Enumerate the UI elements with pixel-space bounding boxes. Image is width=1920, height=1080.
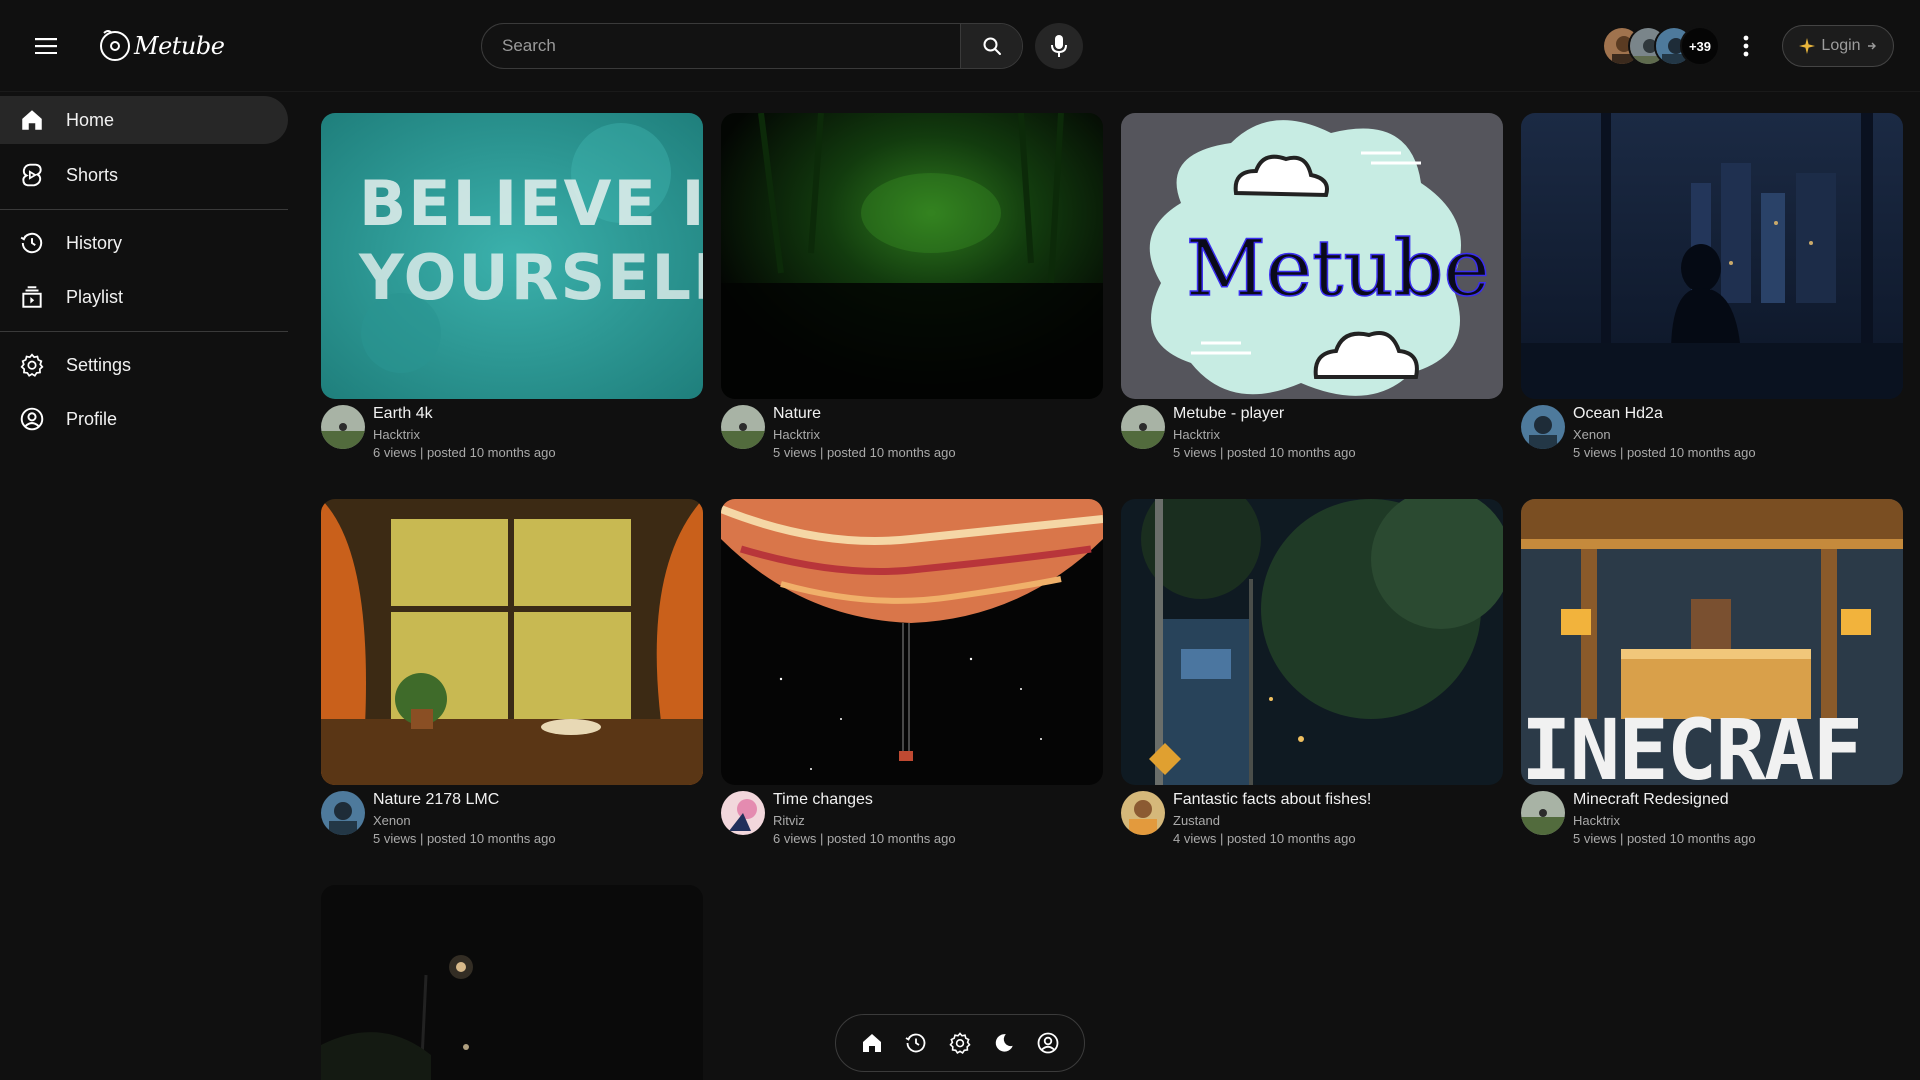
video-card[interactable] [321,885,703,1080]
video-stats: 5 views | posted 10 months ago [1573,831,1756,846]
video-title[interactable]: Fantastic facts about fishes! [1173,791,1371,809]
video-card[interactable]: BELIEVE IN YOURSELF Earth 4k Hacktrix 6 … [321,113,703,469]
sidebar-divider [0,331,288,332]
video-thumbnail[interactable] [1521,113,1903,399]
sidebar-item-settings[interactable]: Settings [0,341,288,389]
sidebar-divider [0,209,288,210]
sparkle-icon [1799,38,1816,54]
search-icon [983,37,1001,55]
microphone-icon [1051,35,1067,57]
sidebar-item-playlist[interactable]: Playlist [0,273,288,321]
video-card[interactable]: Metube Metube - player Hacktrix 5 views … [1121,113,1503,469]
menu-icon[interactable] [30,30,62,62]
viewer-avatars[interactable]: +39 [1602,26,1720,66]
video-title[interactable]: Ocean Hd2a [1573,405,1663,423]
video-card[interactable]: Ocean Hd2a Xenon 5 views | posted 10 mon… [1521,113,1903,469]
sidebar-item-label: Shorts [66,164,119,185]
bottom-dock [835,1014,1085,1072]
channel-avatar[interactable] [321,791,365,835]
video-card[interactable]: Nature Hacktrix 5 views | posted 10 mont… [721,113,1103,469]
video-stats: 5 views | posted 10 months ago [773,445,956,460]
video-title[interactable]: Earth 4k [373,405,433,423]
channel-avatar[interactable] [321,405,365,449]
more-options-icon[interactable] [1730,30,1762,62]
logo-disc-icon [100,30,130,61]
dock-settings-icon[interactable] [943,1026,977,1060]
svg-text:YOURSELF: YOURSELF [358,241,703,314]
channel-avatar[interactable] [721,405,765,449]
video-thumbnail[interactable]: INECRAF [1521,499,1903,785]
search-input[interactable] [482,24,960,68]
thumbnail-text: Metube [1186,224,1490,314]
dock-dark-mode-icon[interactable] [987,1026,1021,1060]
video-stats: 5 views | posted 10 months ago [1173,445,1356,460]
channel-name[interactable]: Ritviz [773,813,805,828]
video-title[interactable]: Nature 2178 LMC [373,791,499,809]
metube-logo[interactable]: Metube [98,26,225,66]
history-icon [18,229,46,257]
playlist-icon [18,283,46,311]
video-title[interactable]: Nature [773,405,821,423]
thumbnail-text: INECRAF [1521,701,1861,785]
video-thumbnail[interactable]: BELIEVE IN YOURSELF [321,113,703,399]
video-stats: 6 views | posted 10 months ago [773,831,956,846]
dock-home-icon[interactable] [855,1026,889,1060]
sidebar-item-label: Playlist [66,286,124,307]
channel-name[interactable]: Hacktrix [1573,813,1620,828]
channel-avatar[interactable] [721,791,765,835]
video-stats: 5 views | posted 10 months ago [1573,445,1756,460]
video-card[interactable]: Nature 2178 LMC Xenon 5 views | posted 1… [321,499,703,855]
channel-name[interactable]: Hacktrix [1173,427,1220,442]
video-thumbnail[interactable] [1121,499,1503,785]
channel-name[interactable]: Xenon [1573,427,1611,442]
channel-name[interactable]: Xenon [373,813,411,828]
sidebar-item-label: Settings [66,354,132,375]
sidebar-item-profile[interactable]: Profile [0,395,288,443]
login-label: Login [1821,37,1861,54]
top-header: Metube +39 [0,0,1920,92]
video-stats: 6 views | posted 10 months ago [373,445,556,460]
search-button[interactable] [960,24,1022,68]
video-thumbnail[interactable] [721,113,1103,399]
sidebar-item-home[interactable]: Home [0,96,288,144]
video-title[interactable]: Metube - player [1173,405,1284,423]
sidebar-item-label: Profile [66,408,118,429]
login-button[interactable]: Login [1782,25,1894,67]
sidebar-item-history[interactable]: History [0,219,288,267]
arrow-right-icon [1867,42,1876,50]
channel-avatar[interactable] [1121,791,1165,835]
thumbnail-text: BELIEVE IN [359,167,703,240]
channel-name[interactable]: Hacktrix [373,427,420,442]
dock-profile-icon[interactable] [1031,1026,1065,1060]
sidebar-item-label: History [66,232,123,253]
video-title[interactable]: Minecraft Redesigned [1573,791,1729,809]
video-card[interactable]: Time changes Ritviz 6 views | posted 10 … [721,499,1103,855]
search-bar [481,23,1023,69]
video-card[interactable]: INECRAF Minecraft Redesigned Hacktrix 5 … [1521,499,1903,855]
video-thumbnail[interactable] [721,499,1103,785]
voice-search-button[interactable] [1035,23,1083,69]
shorts-icon [18,161,46,189]
video-title[interactable]: Time changes [773,791,873,809]
video-thumbnail[interactable] [321,885,703,1080]
settings-icon [18,351,46,379]
channel-name[interactable]: Hacktrix [773,427,820,442]
dock-history-icon[interactable] [899,1026,933,1060]
channel-avatar[interactable] [1521,405,1565,449]
sidebar: Home Shorts History Playlist Settings Pr… [0,92,288,1080]
video-card[interactable]: Fantastic facts about fishes! Zustand 4 … [1121,499,1503,855]
profile-icon [18,405,46,433]
video-stats: 4 views | posted 10 months ago [1173,831,1356,846]
channel-name[interactable]: Zustand [1173,813,1220,828]
video-thumbnail[interactable]: Metube [1121,113,1503,399]
video-stats: 5 views | posted 10 months ago [373,831,556,846]
sidebar-item-label: Home [66,109,115,130]
home-icon [18,106,46,134]
channel-avatar[interactable] [1521,791,1565,835]
viewer-count-badge: +39 [1680,26,1720,66]
logo-text: Metube [134,32,225,60]
video-thumbnail[interactable] [321,499,703,785]
channel-avatar[interactable] [1121,405,1165,449]
sidebar-item-shorts[interactable]: Shorts [0,151,288,199]
